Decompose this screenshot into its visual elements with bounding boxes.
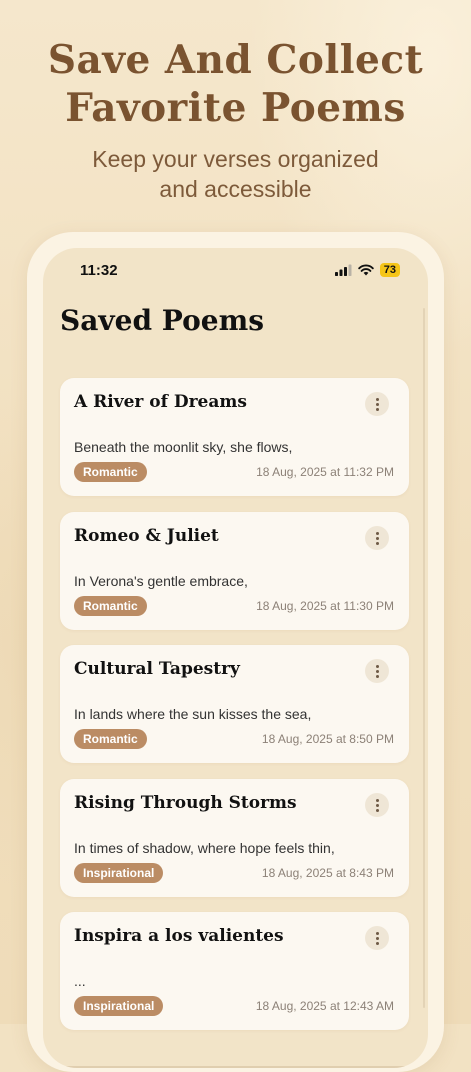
hero-title-line-1: Save And Collect: [47, 37, 424, 83]
poem-excerpt: In times of shadow, where hope feels thi…: [74, 840, 335, 856]
poem-card[interactable]: Romeo & Juliet In Verona's gentle embrac…: [60, 512, 409, 630]
poem-tag: Inspirational: [74, 996, 164, 1016]
poem-card[interactable]: Rising Through Storms In times of shadow…: [60, 779, 409, 897]
poem-tag: Romantic: [74, 729, 147, 749]
more-vertical-icon[interactable]: [365, 793, 389, 817]
status-time: 11:32: [80, 262, 118, 279]
poem-tag: Inspirational: [74, 863, 164, 883]
poem-date: 18 Aug, 2025 at 12:43 AM: [255, 999, 394, 1013]
phone-screen: 11:32 73 Saved Poems A River of Dreams B…: [43, 248, 428, 1068]
battery-icon: 73: [379, 263, 400, 277]
poem-title: A River of Dreams: [74, 392, 247, 412]
poem-tag: Romantic: [74, 462, 147, 482]
poem-excerpt: ...: [74, 973, 86, 989]
poem-excerpt: In Verona's gentle embrace,: [74, 573, 248, 589]
poem-card[interactable]: Cultural Tapestry In lands where the sun…: [60, 645, 409, 763]
poem-excerpt: Beneath the moonlit sky, she flows,: [74, 439, 293, 455]
more-vertical-icon[interactable]: [365, 526, 389, 550]
poem-date: 18 Aug, 2025 at 11:32 PM: [256, 465, 394, 479]
hero-title-line-2: Favorite Poems: [65, 85, 406, 131]
cellular-signal-icon: [334, 264, 352, 276]
scrollbar[interactable]: [423, 308, 425, 1008]
phone-frame: 11:32 73 Saved Poems A River of Dreams B…: [27, 232, 444, 1072]
wifi-icon: [358, 264, 374, 276]
hero-title: Save And Collect Favorite Poems: [0, 36, 471, 132]
bottom-divider: [43, 1066, 428, 1068]
more-vertical-icon[interactable]: [365, 926, 389, 950]
poem-title: Rising Through Storms: [74, 793, 297, 813]
poem-card[interactable]: A River of Dreams Beneath the moonlit sk…: [60, 378, 409, 496]
status-icons: 73: [334, 263, 400, 277]
poem-date: 18 Aug, 2025 at 8:50 PM: [261, 732, 394, 746]
poem-card[interactable]: Inspira a los valientes ... Inspirationa…: [60, 912, 409, 1030]
more-vertical-icon[interactable]: [365, 659, 389, 683]
poem-title: Cultural Tapestry: [74, 659, 240, 679]
more-vertical-icon[interactable]: [365, 392, 389, 416]
poem-title: Inspira a los valientes: [74, 926, 284, 946]
poem-title: Romeo & Juliet: [74, 526, 219, 546]
poem-excerpt: In lands where the sun kisses the sea,: [74, 706, 312, 722]
poem-date: 18 Aug, 2025 at 11:30 PM: [256, 599, 394, 613]
hero-subtitle-line-1: Keep your verses organized: [92, 146, 379, 172]
poem-date: 18 Aug, 2025 at 8:43 PM: [261, 866, 394, 880]
hero-subtitle: Keep your verses organized and accessibl…: [40, 144, 431, 204]
screen-title: Saved Poems: [60, 304, 264, 337]
hero-subtitle-line-2: and accessible: [159, 176, 312, 202]
poem-tag: Romantic: [74, 596, 147, 616]
